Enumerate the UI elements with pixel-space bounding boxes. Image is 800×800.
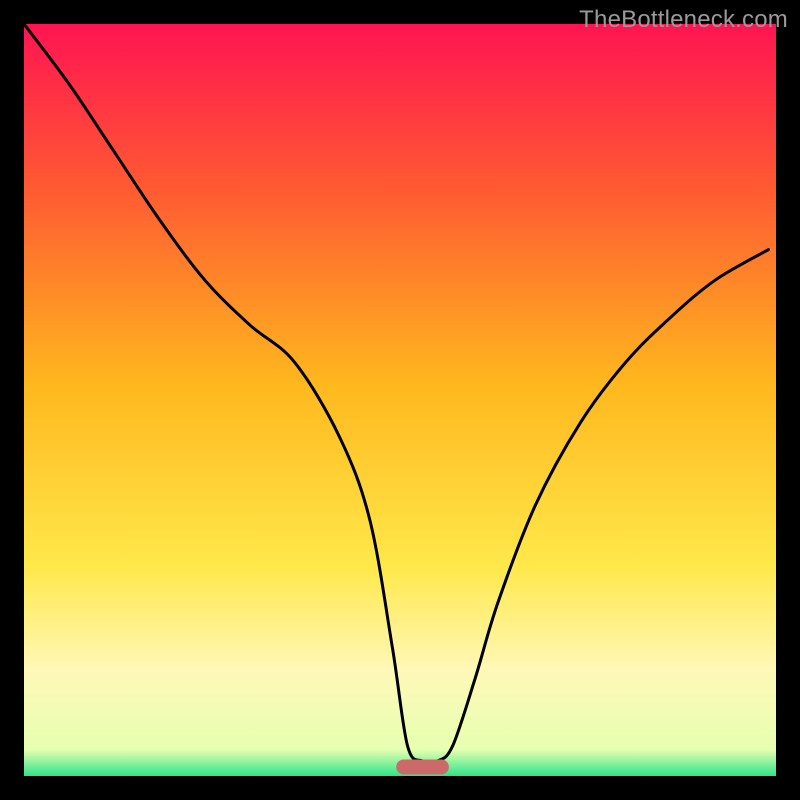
gradient-background [24, 24, 776, 776]
plot-area [24, 24, 776, 776]
watermark-text: TheBottleneck.com [579, 6, 788, 34]
chart-frame: TheBottleneck.com [0, 0, 800, 800]
chart-svg [24, 24, 776, 776]
optimal-range-marker [396, 759, 449, 774]
